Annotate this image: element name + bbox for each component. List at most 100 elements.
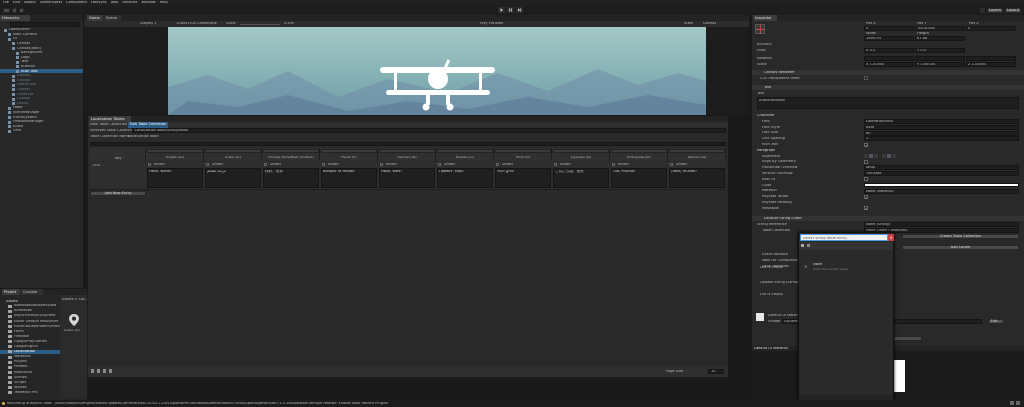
search-icon[interactable] xyxy=(980,8,985,13)
picker-item-none[interactable]: × None Clear the current value xyxy=(799,261,893,273)
hierarchy-item[interactable]: LoadScene* xyxy=(0,28,83,32)
width-input[interactable]: 1469.94 xyxy=(864,36,914,41)
bug-icon[interactable] xyxy=(1010,401,1014,405)
localize-string-event-header[interactable]: Localize String Event xyxy=(752,216,1024,221)
locale-selector[interactable] xyxy=(147,149,203,153)
hierarchy-item[interactable]: Audio xyxy=(0,125,83,129)
rotation-x-input[interactable] xyxy=(864,56,914,61)
smart-checkbox[interactable] xyxy=(264,163,267,166)
hierarchy-item[interactable]: FirebaseManager xyxy=(0,120,83,124)
scale-y-input[interactable]: Y 1.00000 xyxy=(915,62,965,67)
hierarchy-item[interactable]: Auth Text xyxy=(0,69,83,74)
hierarchy-item[interactable]: Canvas(dark) xyxy=(0,46,83,50)
picker-back-icon[interactable] xyxy=(801,244,804,247)
locale-selector[interactable] xyxy=(321,149,377,153)
property-field[interactable]: Truncate xyxy=(864,171,1019,177)
translation-cell[interactable]: Hallo, Welt! xyxy=(379,168,435,188)
hierarchy-item[interactable]: Buttons xyxy=(0,65,83,69)
hierarchy-item[interactable]: GPM xyxy=(0,129,83,133)
assets-breadcrumb[interactable]: Assets > Loc... xyxy=(62,298,89,302)
canvas-renderer-header[interactable]: Canvas Renderer xyxy=(752,70,1024,75)
menu-item[interactable]: Window xyxy=(141,1,155,5)
string-reference-dropdown[interactable]: None (String) xyxy=(864,222,1019,227)
menu-item[interactable]: GameObject xyxy=(40,1,62,5)
property-field[interactable]: Wrap xyxy=(864,165,1019,171)
prev-page-icon[interactable] xyxy=(97,369,100,373)
translation-cell[interactable]: ¡Hola, mundo! xyxy=(669,168,725,188)
tab-project[interactable]: Project xyxy=(2,289,20,295)
hierarchy-item[interactable]: Background xyxy=(0,51,83,55)
hierarchy-item[interactable]: GameOver xyxy=(0,83,83,87)
smart-checkbox[interactable] xyxy=(438,163,441,166)
locale-selector[interactable] xyxy=(263,149,319,153)
pos-y-input[interactable]: -90.00000 xyxy=(915,26,965,31)
smart-checkbox[interactable] xyxy=(670,163,673,166)
property-field[interactable]: 1 xyxy=(864,136,1019,142)
new-table-collection-tab[interactable]: New Table Collection xyxy=(90,123,127,127)
project-folder-item[interactable]: GooglePlayGames xyxy=(0,340,60,344)
project-folder-item[interactable]: Animation xyxy=(0,309,60,313)
cloud-icon[interactable] xyxy=(12,8,17,13)
play-focused-dropdown[interactable]: Play Focused xyxy=(480,22,503,26)
scale-slider[interactable] xyxy=(240,24,280,25)
layers-dropdown[interactable]: Layers xyxy=(987,8,1003,13)
aspect-dropdown[interactable]: 1080x1920 Landscape xyxy=(176,22,217,26)
project-folder-item[interactable]: Localization xyxy=(0,349,60,354)
menu-item[interactable]: Edit xyxy=(13,1,20,5)
translation-cell[interactable]: こんにちは、世界 xyxy=(553,168,609,188)
project-folder-item[interactable]: Plugins xyxy=(0,360,60,364)
last-page-icon[interactable] xyxy=(109,369,112,373)
scale-x-input[interactable]: X 1.00000 xyxy=(864,62,914,67)
page-size-input[interactable]: 10 xyxy=(708,369,724,374)
loc-search-input[interactable] xyxy=(90,142,726,146)
language-column-header[interactable]: Spanish (es) xyxy=(668,148,726,161)
smart-checkbox[interactable] xyxy=(206,163,209,166)
translation-cell[interactable]: Bonjour le Monde xyxy=(321,168,377,188)
translation-cell[interactable]: नमस्ते दुनिया xyxy=(495,168,551,188)
smart-checkbox[interactable] xyxy=(612,163,615,166)
smart-checkbox[interactable] xyxy=(496,163,499,166)
language-column-header[interactable]: Japanese (ja) xyxy=(552,148,610,161)
hierarchy-item[interactable]: Logo xyxy=(0,56,83,60)
project-folder-item[interactable]: Scenes xyxy=(0,375,60,379)
translation-cell[interactable]: مرحبا بالعالم xyxy=(205,168,261,188)
hierarchy-item[interactable]: Canvas xyxy=(0,88,83,92)
account-button[interactable] xyxy=(3,8,10,13)
step-icon[interactable] xyxy=(516,7,523,13)
language-column-header[interactable]: Portuguese (pt) xyxy=(610,148,668,161)
hierarchy-item[interactable]: Main Camera xyxy=(0,33,83,37)
layout-dropdown[interactable]: Layout xyxy=(1005,8,1021,13)
project-folder-item[interactable]: AsyncFieldSync/Sprites xyxy=(0,314,60,318)
property-checkbox[interactable]: ✓ xyxy=(864,206,868,211)
project-folder-item[interactable]: ExternalDependencyManager xyxy=(0,324,60,328)
add-new-entry-button[interactable]: Add New Entry xyxy=(90,191,146,196)
project-folder-item[interactable]: Prefabs xyxy=(0,365,60,369)
selected-collection-dropdown[interactable]: LocalizationTable(StringTable) xyxy=(132,128,726,133)
project-folder-item[interactable]: Fonts xyxy=(0,330,60,334)
language-column-header[interactable]: Russian (ru) xyxy=(436,148,494,161)
close-icon[interactable]: × xyxy=(888,234,894,241)
project-folder-item[interactable]: AddressableAssetsData xyxy=(0,304,60,308)
hierarchy-item[interactable]: Continue xyxy=(0,92,83,96)
project-folder-item[interactable]: Materials xyxy=(0,355,60,359)
language-column-header[interactable]: Hindi (hi) xyxy=(494,148,552,161)
project-folder-item[interactable]: GoogleSignIn xyxy=(0,345,60,349)
hierarchy-item[interactable]: Canvas xyxy=(0,42,83,46)
language-column-header[interactable]: Chinese (Simplified) (zh-Hans) xyxy=(262,148,320,161)
locale-selector[interactable] xyxy=(553,149,609,153)
locale-selector[interactable] xyxy=(379,149,435,153)
text-value-input[interactable]: Authentication xyxy=(757,97,1019,109)
property-checkbox[interactable] xyxy=(864,177,868,182)
locale-selector[interactable] xyxy=(437,149,493,153)
gizmos-toggle[interactable]: Gizmos xyxy=(703,22,716,26)
property-field[interactable]: None (Material) xyxy=(864,188,1019,194)
display-dropdown[interactable]: Display 1 xyxy=(140,22,157,26)
shader-edit-button[interactable]: Edit... xyxy=(988,319,1004,324)
play-icon[interactable] xyxy=(498,7,505,13)
menu-item[interactable]: Services xyxy=(122,1,137,5)
pos-z-input[interactable]: 0 xyxy=(966,26,1016,31)
property-field[interactable]: LiberationSans xyxy=(864,119,1019,124)
hierarchy-item[interactable]: Canvas xyxy=(0,79,83,83)
locale-selector[interactable] xyxy=(611,149,667,153)
text-component-header[interactable]: Text xyxy=(752,85,1024,90)
